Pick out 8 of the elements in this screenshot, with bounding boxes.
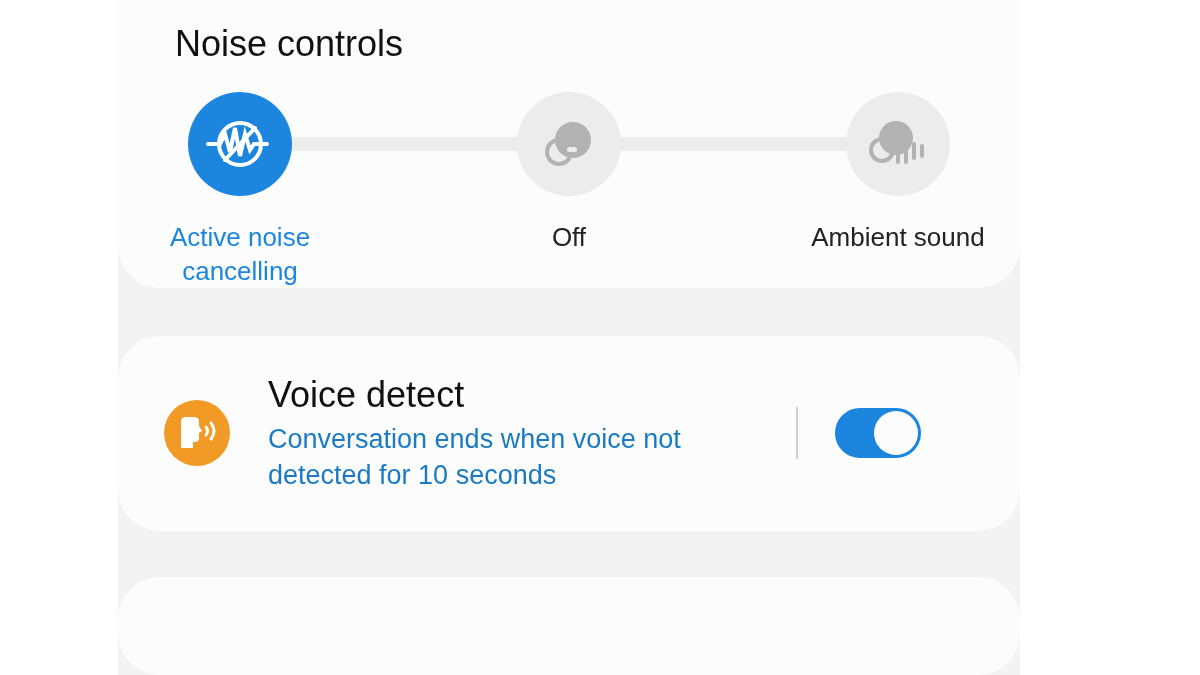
mode-label: Off — [551, 221, 587, 254]
mode-label: Active noise cancelling — [168, 221, 312, 288]
toggle-switch[interactable] — [835, 408, 921, 459]
mode-label: Ambient sound — [811, 221, 985, 254]
setting-title: Voice detect — [268, 373, 465, 418]
setting-description: Conversation ends when voice not detected for 10 seconds — [268, 423, 682, 493]
speaking-head-icon — [164, 400, 230, 467]
section-title: Noise controls — [175, 22, 404, 66]
